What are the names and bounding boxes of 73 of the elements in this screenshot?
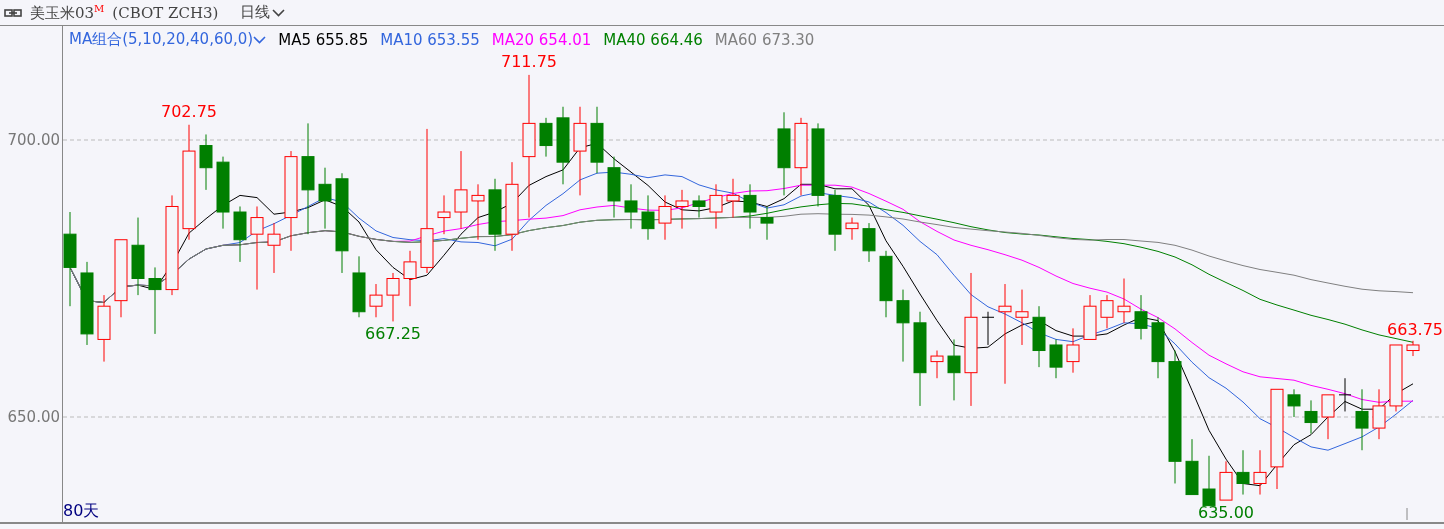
price-label: 667.25 — [365, 324, 421, 344]
candlestick — [148, 266, 162, 335]
legend-item: MA60 673.30 — [714, 30, 815, 49]
chevron-down-icon — [253, 35, 267, 44]
candlestick — [1372, 388, 1386, 440]
candlestick — [233, 206, 247, 263]
candlestick — [1253, 449, 1267, 496]
candlestick — [1338, 377, 1352, 412]
candlestick — [1151, 316, 1165, 379]
candlestick — [692, 194, 706, 219]
price-label: 635.00 — [1198, 503, 1254, 522]
candlestick — [539, 117, 553, 158]
candlestick — [1321, 394, 1335, 440]
candlestick — [1032, 305, 1046, 368]
candlestick — [1389, 344, 1403, 412]
candlestick — [199, 133, 213, 191]
candlestick — [1015, 289, 1029, 346]
candlestick — [743, 183, 757, 230]
candlestick — [1134, 294, 1148, 340]
axis-label: 650.00 — [7, 408, 60, 426]
legend-item: MA5 655.85 — [278, 30, 369, 49]
candlestick — [352, 255, 366, 318]
candlestick — [726, 178, 740, 219]
candlestick — [1287, 388, 1301, 418]
candlestick — [709, 183, 723, 230]
price-label: 711.75 — [501, 51, 557, 71]
candlestick — [437, 194, 451, 235]
candlestick — [760, 206, 774, 241]
legend-item: MA10 653.55 — [380, 30, 480, 49]
candlestick — [590, 106, 604, 174]
axis-label: 700.00 — [7, 131, 60, 149]
candlestick — [1049, 338, 1063, 379]
candlestick — [641, 194, 655, 241]
legend-item: MA40 664.46 — [603, 30, 703, 49]
link-icon[interactable] — [4, 8, 22, 17]
candlestick — [1100, 294, 1114, 329]
candlestick — [879, 250, 893, 318]
indicator-dropdown[interactable]: MA组合(5,10,20,40,60,0) — [69, 30, 267, 49]
candlestick — [607, 156, 621, 219]
price-label: 702.75 — [161, 101, 217, 121]
candlestick — [1355, 388, 1369, 451]
candlestick — [1219, 460, 1233, 501]
chevron-down-icon — [272, 8, 286, 17]
candlestick — [403, 250, 417, 307]
candlestick — [386, 272, 400, 322]
candlestick — [1185, 438, 1199, 496]
candlestick — [845, 217, 859, 241]
candlestick — [624, 183, 638, 230]
candlestick — [658, 194, 672, 241]
candlestick — [675, 189, 689, 230]
candlestick — [1406, 340, 1420, 357]
candlestick — [828, 189, 842, 252]
candlestick — [947, 338, 961, 401]
candlestick — [1117, 278, 1131, 324]
candlestick — [1202, 455, 1216, 507]
range-label: 80天 — [63, 501, 100, 522]
candlestick — [1304, 399, 1318, 435]
candlestick — [862, 222, 876, 263]
period-dropdown[interactable]: 日线 — [240, 3, 286, 22]
candlestick — [1236, 449, 1250, 496]
price-label: 663.75 — [1387, 319, 1443, 339]
candlestick — [981, 311, 995, 346]
candlestick — [318, 167, 332, 230]
instrument-code: (CBOT ZCH3) — [112, 3, 219, 22]
legend-item: MA20 654.01 — [491, 30, 592, 49]
candlestick — [471, 183, 485, 241]
candlestick — [1083, 294, 1097, 340]
candlestick — [97, 294, 111, 363]
candlestick — [267, 222, 281, 274]
candlestick — [1066, 327, 1080, 374]
candlestick — [930, 350, 944, 379]
candlestick — [369, 283, 383, 318]
instrument-name: 美玉米03$^{M}$ — [30, 2, 105, 23]
